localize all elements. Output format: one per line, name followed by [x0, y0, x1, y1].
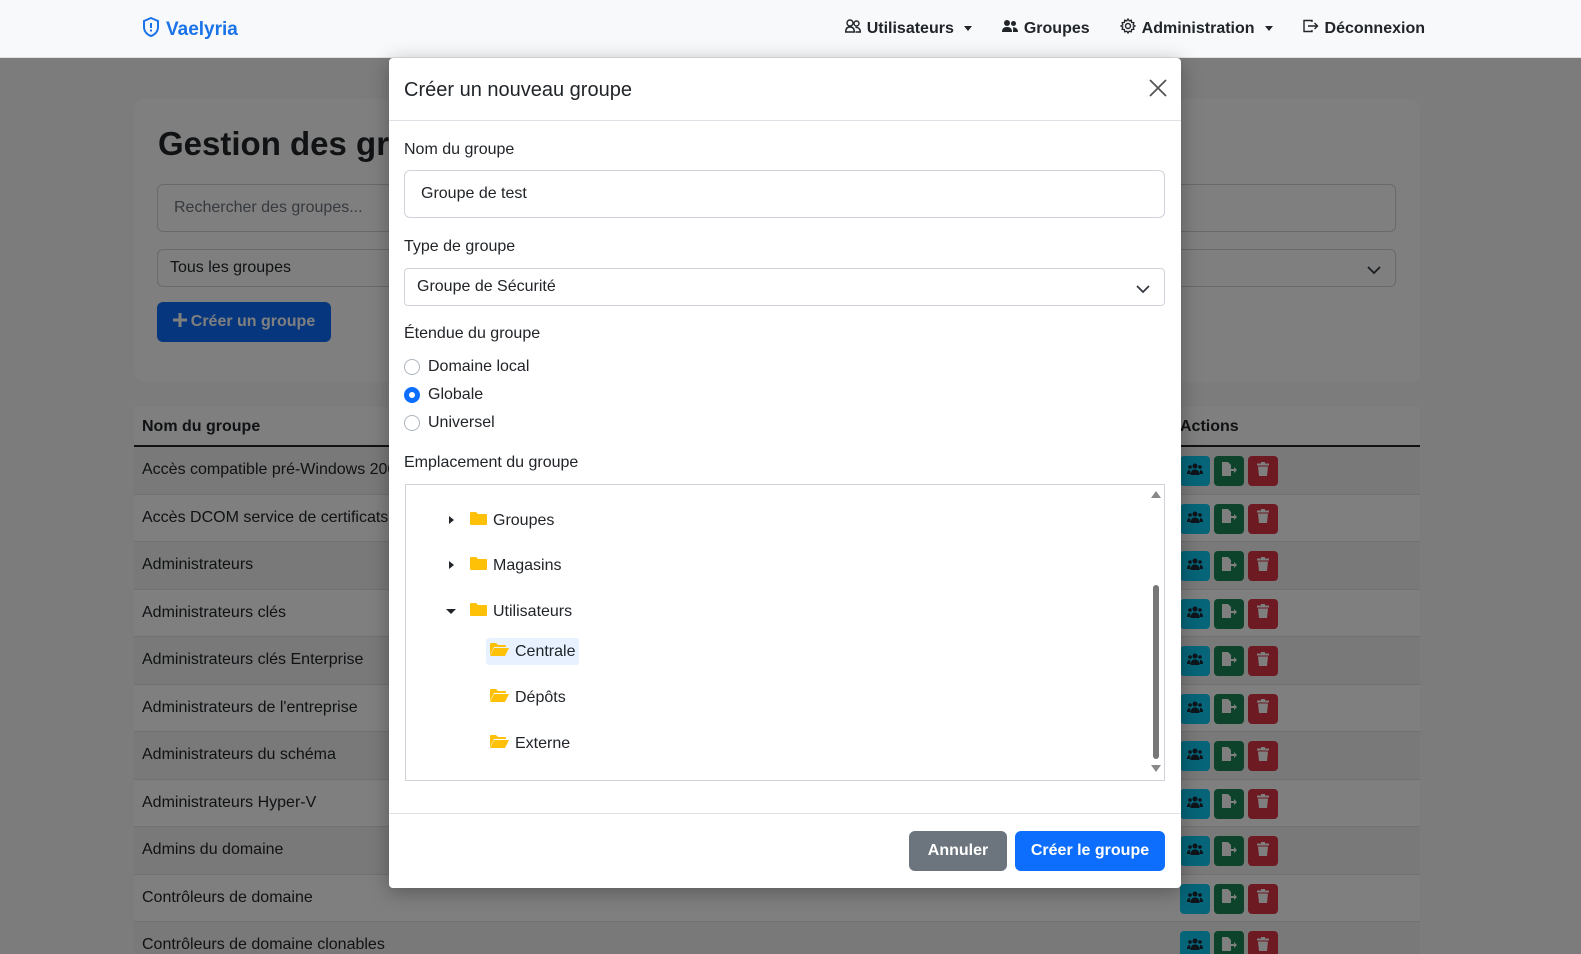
radio-label: Domaine local — [428, 358, 530, 375]
tree-node-groupes[interactable]: Groupes — [446, 511, 554, 530]
nav-utilisateurs[interactable]: Utilisateurs — [844, 18, 972, 39]
scroll-up-icon[interactable] — [1151, 491, 1161, 498]
caret-right-icon[interactable] — [446, 512, 456, 530]
nav-menu: Utilisateurs Groupes Administration Déco… — [844, 17, 1425, 39]
group-icon — [1001, 19, 1018, 38]
group-type-value: Groupe de Sécurité — [417, 278, 556, 295]
users-icon — [844, 19, 861, 38]
radio-label: Globale — [428, 386, 484, 403]
location-label: Emplacement du groupe — [404, 454, 579, 471]
nav-groupes-label: Groupes — [1023, 19, 1090, 37]
folder-open-icon — [490, 688, 509, 707]
modal-footer: Annuler Créer le groupe — [389, 813, 1181, 888]
tree-node-magasins[interactable]: Magasins — [446, 556, 561, 575]
tree-node-depots[interactable]: Dépôts — [490, 688, 566, 707]
tree-scrollbar[interactable] — [1148, 485, 1164, 780]
logout-icon — [1302, 19, 1319, 38]
scroll-down-icon[interactable] — [1151, 765, 1161, 772]
nav-deconnexion-label: Déconnexion — [1324, 19, 1425, 37]
submit-create-group-button[interactable]: Créer le groupe — [1015, 831, 1165, 871]
tree-node-utilisateurs[interactable]: Utilisateurs — [446, 602, 572, 621]
radio-button[interactable] — [404, 359, 420, 375]
nav-administration[interactable]: Administration — [1119, 17, 1273, 39]
radio-universel[interactable]: Universel — [404, 414, 495, 432]
cancel-button[interactable]: Annuler — [909, 831, 1007, 871]
close-icon[interactable] — [1149, 79, 1167, 102]
radio-label: Universel — [428, 414, 495, 431]
chevron-down-icon — [1136, 281, 1150, 299]
group-type-select[interactable]: Groupe de Sécurité — [404, 268, 1165, 306]
tree-node-centrale[interactable]: Centrale — [486, 638, 580, 665]
tree-node-label: Centrale — [515, 642, 576, 660]
ou-tree: Groupes Magasins Utilisateurs Centrale D… — [405, 484, 1165, 781]
type-label: Type de groupe — [404, 238, 516, 255]
caret-right-icon[interactable] — [446, 557, 456, 575]
nav-utilisateurs-label: Utilisateurs — [866, 19, 954, 37]
navbar: Vaelyria Utilisateurs Groupes Administra… — [0, 0, 1581, 58]
brand[interactable]: Vaelyria — [142, 16, 238, 43]
radio-globale[interactable]: Globale — [404, 386, 483, 404]
gear-icon — [1119, 17, 1136, 39]
shield-icon — [142, 16, 160, 43]
name-label: Nom du groupe — [404, 141, 515, 158]
tree-node-label: Groupes — [493, 511, 555, 529]
tree-node-externe[interactable]: Externe — [490, 734, 570, 753]
folder-icon — [470, 511, 487, 530]
folder-icon — [470, 556, 487, 575]
brand-name: Vaelyria — [166, 19, 238, 40]
nav-groupes[interactable]: Groupes — [1001, 18, 1090, 39]
folder-open-icon — [490, 642, 509, 661]
tree-node-label: Externe — [515, 734, 571, 752]
tree-node-label: Dépôts — [515, 688, 566, 706]
nav-administration-label: Administration — [1141, 19, 1255, 37]
modal-header: Créer un nouveau groupe — [389, 58, 1181, 121]
caret-down-icon — [1264, 26, 1273, 31]
scope-label: Étendue du groupe — [404, 325, 541, 342]
scrollbar-thumb[interactable] — [1153, 585, 1159, 759]
tree-node-label: Magasins — [493, 556, 562, 574]
create-group-modal: Créer un nouveau groupe Nom du groupe Gr… — [389, 58, 1181, 888]
nav-deconnexion[interactable]: Déconnexion — [1302, 18, 1425, 39]
folder-icon — [470, 602, 487, 621]
radio-button[interactable] — [404, 415, 420, 431]
radio-button-checked[interactable] — [404, 387, 420, 403]
tree-node-label: Utilisateurs — [493, 602, 573, 620]
caret-down-icon[interactable] — [446, 603, 456, 621]
radio-domaine-local[interactable]: Domaine local — [404, 358, 529, 376]
caret-down-icon — [963, 26, 972, 31]
folder-open-icon — [490, 734, 509, 753]
modal-title: Créer un nouveau groupe — [404, 79, 632, 101]
group-name-input[interactable]: Groupe de test — [404, 170, 1165, 218]
